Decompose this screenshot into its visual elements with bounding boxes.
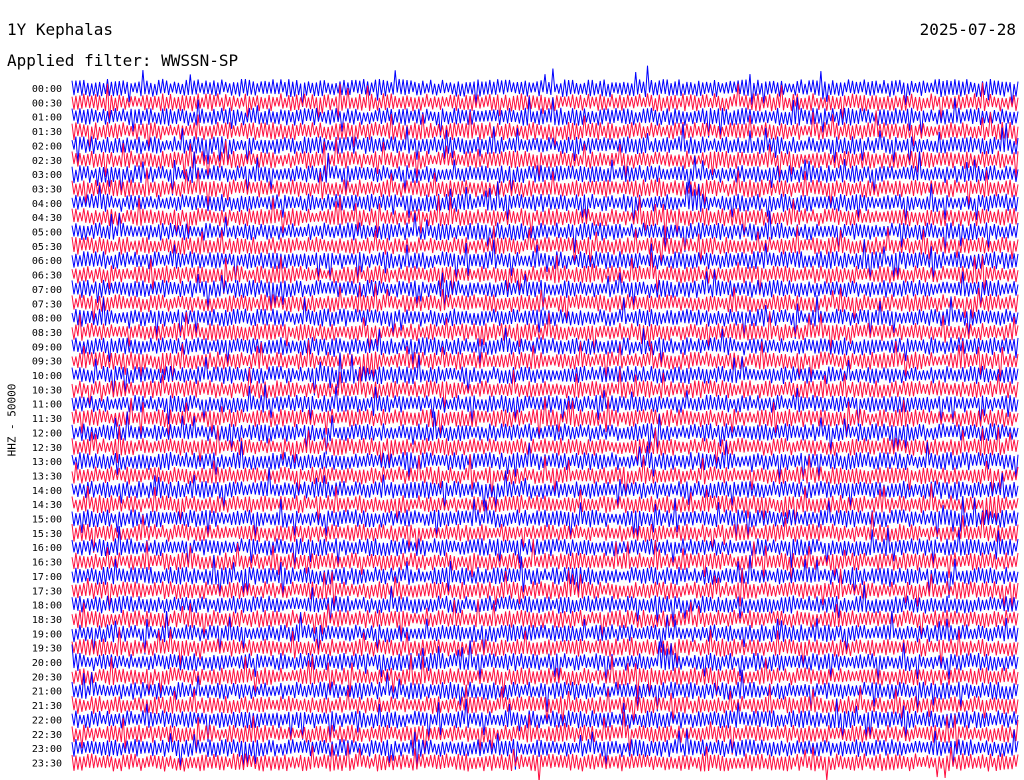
row-label: 21:30 (32, 701, 62, 712)
row-label: 23:30 (32, 758, 62, 769)
tick-label-group: 00:00 00:30 01:00 01:30 02:00 02:30 03:00 03:30… (32, 84, 62, 769)
trace-row (71, 210, 1019, 253)
row-label: 06:30 (32, 271, 62, 282)
row-label: 01:30 (32, 127, 62, 138)
trace-row (71, 742, 1019, 780)
row-label: 00:30 (32, 98, 62, 109)
trace-row (71, 568, 1019, 612)
trace-row (71, 584, 1019, 625)
row-label: 01:00 (32, 113, 62, 124)
row-label: 08:00 (32, 314, 62, 325)
trace-row (71, 711, 1019, 755)
row-label: 20:30 (32, 672, 62, 683)
row-label: 13:00 (32, 457, 62, 468)
row-label: 10:30 (32, 385, 62, 396)
row-label: 07:00 (32, 285, 62, 296)
row-label: 23:00 (32, 744, 62, 755)
trace-row (71, 411, 1019, 455)
trace-row (71, 728, 1019, 770)
row-label: 09:30 (32, 357, 62, 368)
trace-row (71, 454, 1019, 498)
row-label: 21:00 (32, 687, 62, 698)
row-label: 15:30 (32, 529, 62, 540)
row-label: 22:00 (32, 715, 62, 726)
trace-row (71, 396, 1019, 440)
row-label: 12:00 (32, 428, 62, 439)
trace-row (71, 181, 1019, 224)
row-label: 11:30 (32, 414, 62, 425)
trace-group (71, 65, 1019, 780)
row-label: 14:30 (32, 500, 62, 511)
row-label: 13:30 (32, 471, 62, 482)
row-label: 19:00 (32, 629, 62, 640)
row-label: 06:00 (32, 256, 62, 267)
trace-row (71, 511, 1019, 553)
trace-row (71, 554, 1019, 598)
row-label: 14:00 (32, 486, 62, 497)
trace-row (71, 640, 1019, 683)
row-label: 12:30 (32, 443, 62, 454)
row-label: 02:30 (32, 156, 62, 167)
row-label: 04:30 (32, 213, 62, 224)
trace-row (71, 195, 1019, 240)
row-label: 02:00 (32, 141, 62, 152)
row-label: 05:00 (32, 228, 62, 239)
row-label: 05:30 (32, 242, 62, 253)
trace-row (71, 96, 1019, 138)
row-label: 19:30 (32, 644, 62, 655)
trace-row (71, 339, 1019, 383)
row-label: 16:00 (32, 543, 62, 554)
row-label: 03:00 (32, 170, 62, 181)
trace-row (71, 283, 1019, 324)
row-label: 07:30 (32, 299, 62, 310)
row-label: 03:30 (32, 184, 62, 195)
row-label: 00:00 (32, 84, 62, 95)
row-label: 18:00 (32, 601, 62, 612)
row-label: 22:30 (32, 730, 62, 741)
trace-row (71, 467, 1019, 511)
row-label: 17:00 (32, 572, 62, 583)
row-label: 10:00 (32, 371, 62, 382)
row-label: 16:30 (32, 558, 62, 569)
trace-row (71, 669, 1019, 712)
trace-row (71, 599, 1019, 639)
trace-row (71, 311, 1019, 355)
trace-row (71, 138, 1019, 182)
helicorder-plot: 00:00 00:30 01:00 01:30 02:00 02:30 03:00 03:30… (32, 65, 1019, 780)
trace-row (71, 225, 1019, 266)
row-label: 20:00 (32, 658, 62, 669)
trace-row (71, 698, 1019, 743)
row-label: 08:30 (32, 328, 62, 339)
trace-row (71, 110, 1019, 151)
row-label: 09:00 (32, 342, 62, 353)
row-label: 17:30 (32, 586, 62, 597)
trace-row (71, 269, 1019, 311)
trace-row (71, 610, 1019, 655)
row-label: 15:00 (32, 515, 62, 526)
row-label: 18:30 (32, 615, 62, 626)
trace-row (71, 483, 1019, 526)
row-label: 11:00 (32, 400, 62, 411)
row-label: 04:00 (32, 199, 62, 210)
trace-row (71, 239, 1019, 283)
trace-row (71, 384, 1019, 427)
